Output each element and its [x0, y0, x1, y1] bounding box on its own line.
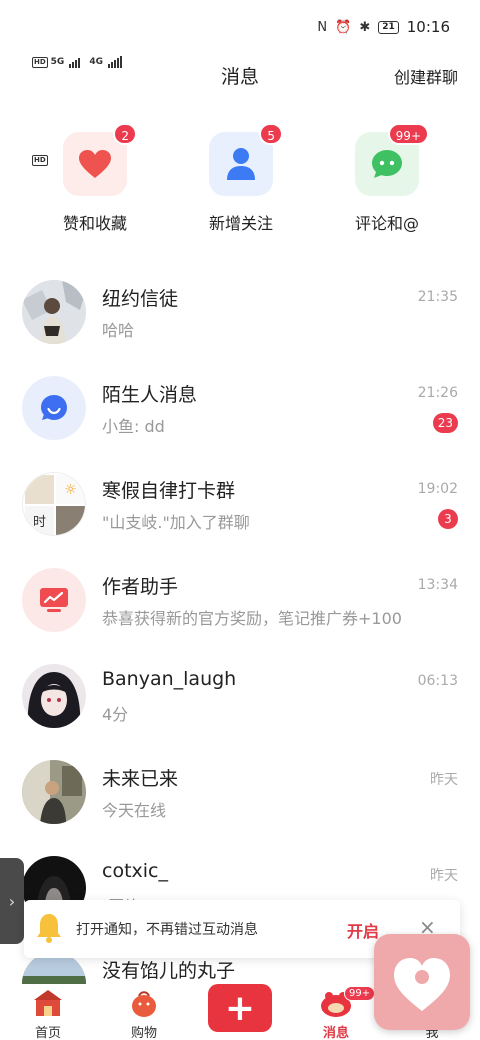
nav-messages[interactable]: 99+ 消息 — [288, 984, 384, 1040]
conversation-row[interactable]: 作者助手 恭喜获得新的官方奖励，笔记推广券+100 13:34 — [0, 552, 480, 648]
likes-and-favorites-button[interactable]: 2 赞和收藏 — [35, 123, 155, 234]
avatar — [22, 760, 86, 824]
heart-person-icon — [394, 958, 450, 1011]
clock: 10:16 — [406, 18, 450, 36]
sun-icon: ☼ — [56, 475, 85, 504]
battery-indicator: 21 — [378, 20, 399, 34]
group-member-avatar — [56, 506, 85, 535]
home-icon — [0, 984, 96, 1018]
conversation-time: 昨天 — [430, 772, 458, 788]
nav-home[interactable]: 首页 — [0, 984, 96, 1040]
floating-like-button[interactable] — [374, 934, 470, 1030]
conversation-row[interactable]: Banyan_laugh 4分 06:13 — [0, 648, 480, 744]
conversation-name: 陌生人消息 — [102, 384, 198, 406]
nav-badge: 99+ — [344, 986, 376, 1001]
notification-badge: 5 — [259, 123, 283, 145]
notification-badge: 2 — [113, 123, 137, 145]
avatar — [22, 664, 86, 728]
add-post-button[interactable]: + — [208, 984, 272, 1032]
conversation-row[interactable]: 未来已来 今天在线 昨天 — [0, 744, 480, 840]
unread-badge: 23 — [432, 413, 458, 433]
conversation-preview: "山支岐."加入了群聊 — [102, 513, 250, 532]
avatar — [22, 568, 86, 632]
enable-notifications-button[interactable]: 开启 — [347, 918, 379, 942]
status-icons: Ν ⏰ ✱ 21 10:16 — [317, 18, 450, 36]
conversation-preview: 恭喜获得新的官方奖励，笔记推广券+100 — [102, 609, 402, 628]
conversation-row[interactable]: ☼ 时 寒假自律打卡群 "山支岐."加入了群聊 19:02 3 — [0, 456, 480, 552]
followers-tile: 5 — [209, 123, 283, 196]
conversation-preview: 小鱼: dd — [102, 417, 165, 436]
banner-text: 打开通知，不再错过互动消息 — [76, 922, 258, 938]
conversation-preview: 哈哈 — [102, 321, 135, 340]
side-drawer-handle[interactable]: › — [0, 858, 24, 944]
quick-action-label: 评论和@ — [354, 214, 419, 233]
conversation-time: 21:35 — [417, 289, 458, 305]
conversation-preview: 4分 — [102, 705, 129, 724]
group-avatar: ☼ 时 — [22, 472, 86, 536]
conversation-time: 13:34 — [417, 577, 458, 593]
group-member-avatar: 时 — [25, 506, 54, 535]
comments-and-mentions-button[interactable]: 99+ 评论和@ — [327, 123, 447, 234]
status-bar: HD 5G 4G HD Ν ⏰ ✱ 21 10:16 — [0, 0, 480, 166]
conversation-preview: 今天在线 — [102, 801, 167, 820]
person-icon — [227, 148, 255, 180]
unread-badge: 3 — [438, 509, 458, 529]
conversation-name: Banyan_laugh — [102, 668, 237, 690]
conversation-name: cotxic_ — [102, 860, 168, 882]
header: 消息 创建群聊 — [0, 56, 480, 96]
chat-bubble-icon — [372, 150, 402, 178]
quick-action-label: 新增关注 — [208, 214, 273, 233]
chevron-right-icon: › — [8, 891, 16, 911]
bell-icon — [37, 914, 61, 943]
bluetooth-icon: ✱ — [359, 19, 371, 35]
conversation-time: 21:26 — [417, 385, 458, 401]
new-followers-button[interactable]: 5 新增关注 — [181, 123, 301, 234]
conversation-name: 纽约信徒 — [102, 288, 179, 310]
comments-tile: 99+ — [355, 123, 429, 196]
conversation-row[interactable]: 纽约信徒 哈哈 21:35 — [0, 264, 480, 360]
stranger-message-icon — [41, 395, 67, 420]
notification-badge: 99+ — [387, 123, 429, 145]
trending-chart-icon — [40, 588, 68, 612]
avatar — [22, 376, 86, 440]
heart-icon — [79, 150, 111, 178]
nav-label: 首页 — [34, 1026, 61, 1040]
conversation-name: 未来已来 — [102, 768, 179, 790]
shopping-bag-icon — [96, 984, 192, 1018]
alarm-icon: ⏰ — [335, 19, 352, 35]
conversation-name: 作者助手 — [102, 576, 179, 598]
conversation-time: 昨天 — [430, 868, 458, 884]
conversation-name: 寒假自律打卡群 — [102, 480, 236, 502]
group-member-avatar — [25, 475, 54, 504]
quick-action-label: 赞和收藏 — [62, 214, 127, 233]
nav-label: 消息 — [322, 1026, 349, 1040]
likes-tile: 2 — [63, 123, 137, 196]
conversation-time: 19:02 — [417, 481, 458, 497]
conversation-row[interactable]: 陌生人消息 小鱼: dd 21:26 23 — [0, 360, 480, 456]
nav-label: 购物 — [130, 1026, 157, 1040]
nfc-icon: Ν — [317, 19, 328, 35]
nav-shop[interactable]: 购物 — [96, 984, 192, 1040]
conversation-time: 06:13 — [417, 673, 458, 689]
avatar — [22, 280, 86, 344]
conversation-name: 没有馅儿的丸子 — [102, 960, 236, 982]
create-group-button[interactable]: 创建群聊 — [394, 64, 458, 88]
